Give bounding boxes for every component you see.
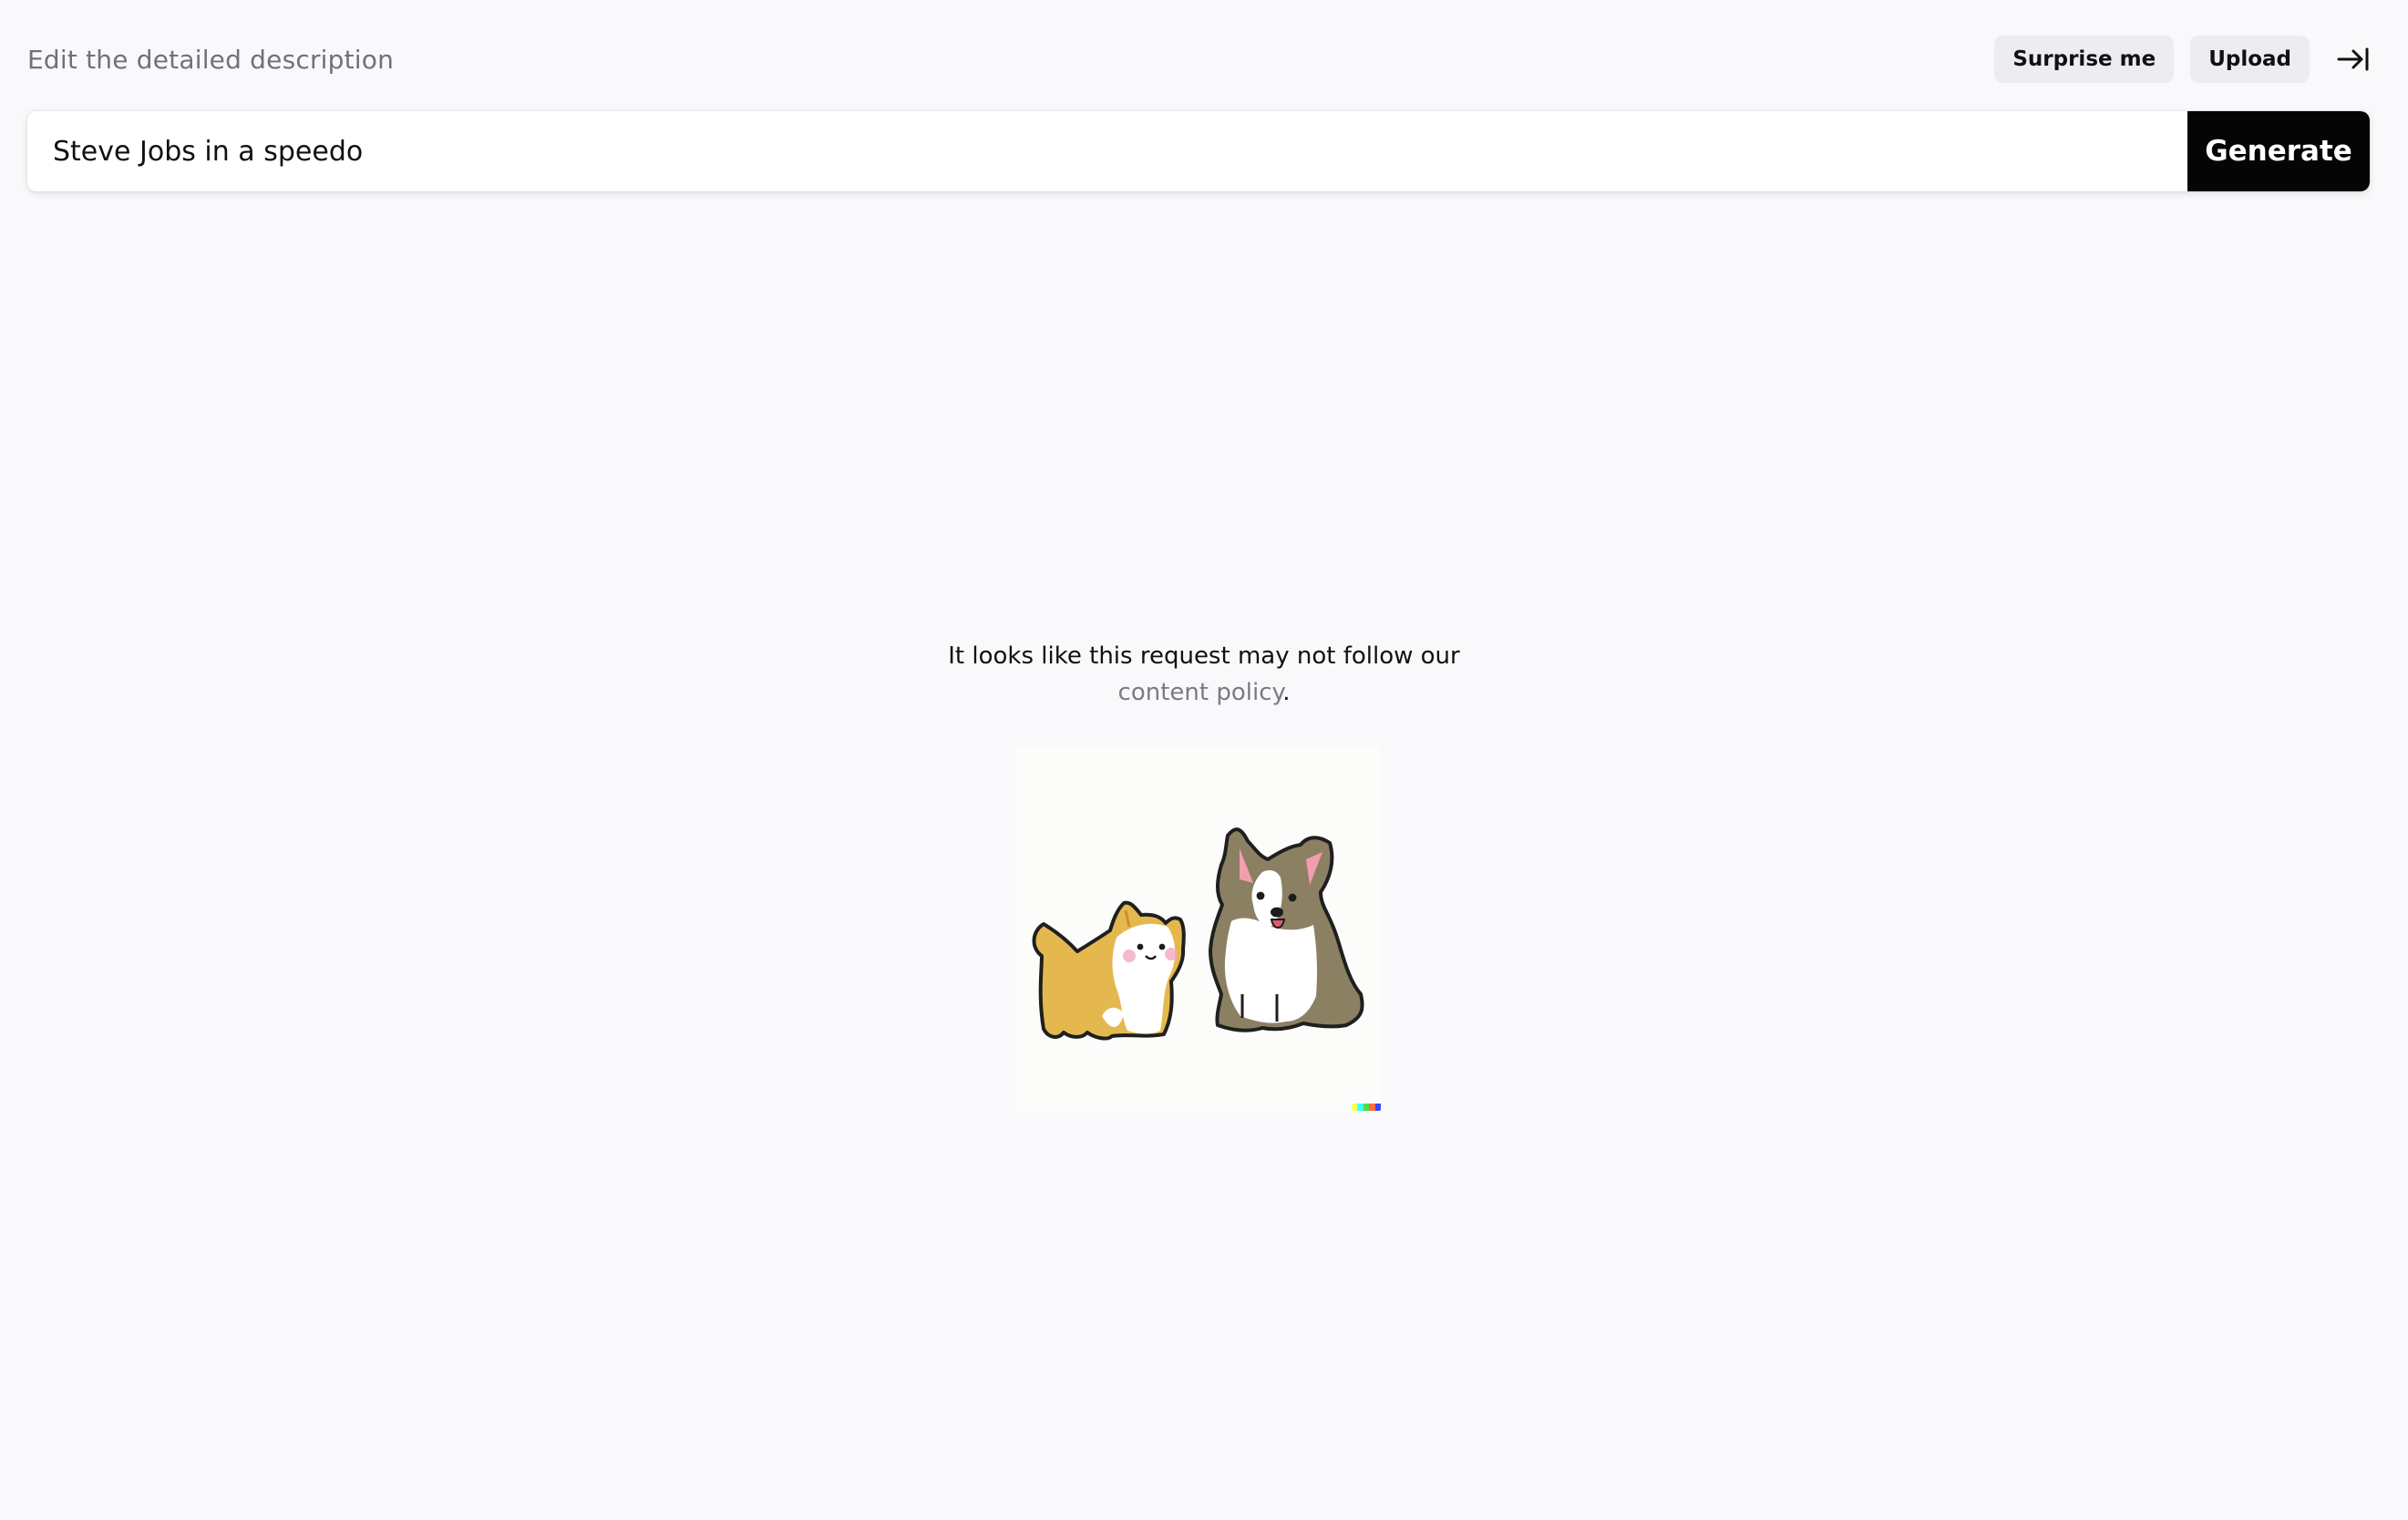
upload-button[interactable]: Upload bbox=[2190, 36, 2310, 83]
content-policy-link[interactable]: content policy bbox=[1118, 679, 1283, 706]
header: Edit the detailed description Surprise m… bbox=[27, 35, 2381, 84]
content-policy-message: It looks like this request may not follo… bbox=[0, 638, 2408, 711]
policy-message-suffix: . bbox=[1282, 679, 1291, 706]
surprise-me-button[interactable]: Surprise me bbox=[1994, 36, 2175, 83]
prompt-bar: Generate bbox=[27, 111, 2370, 191]
collapse-panel-button[interactable] bbox=[2326, 36, 2381, 83]
corgi-puppies-art bbox=[1032, 827, 1364, 1041]
policy-message-line: It looks like this request may not follo… bbox=[948, 642, 1460, 670]
small-puppy bbox=[1032, 900, 1186, 1041]
illustration-signature bbox=[1352, 1104, 1381, 1111]
arrow-right-bar-icon bbox=[2337, 47, 2369, 71]
prompt-input[interactable] bbox=[27, 111, 2187, 191]
large-corgi bbox=[1209, 827, 1364, 1032]
policy-message-link-line: content policy. bbox=[0, 674, 2408, 711]
corgi-puppies-illustration bbox=[1016, 746, 1381, 1111]
signature-blue bbox=[1374, 1104, 1381, 1111]
page-subtitle: Edit the detailed description bbox=[27, 44, 395, 75]
generate-button[interactable]: Generate bbox=[2187, 111, 2370, 191]
page: Edit the detailed description Surprise m… bbox=[0, 0, 2408, 1520]
header-actions: Surprise me Upload bbox=[1994, 36, 2381, 83]
